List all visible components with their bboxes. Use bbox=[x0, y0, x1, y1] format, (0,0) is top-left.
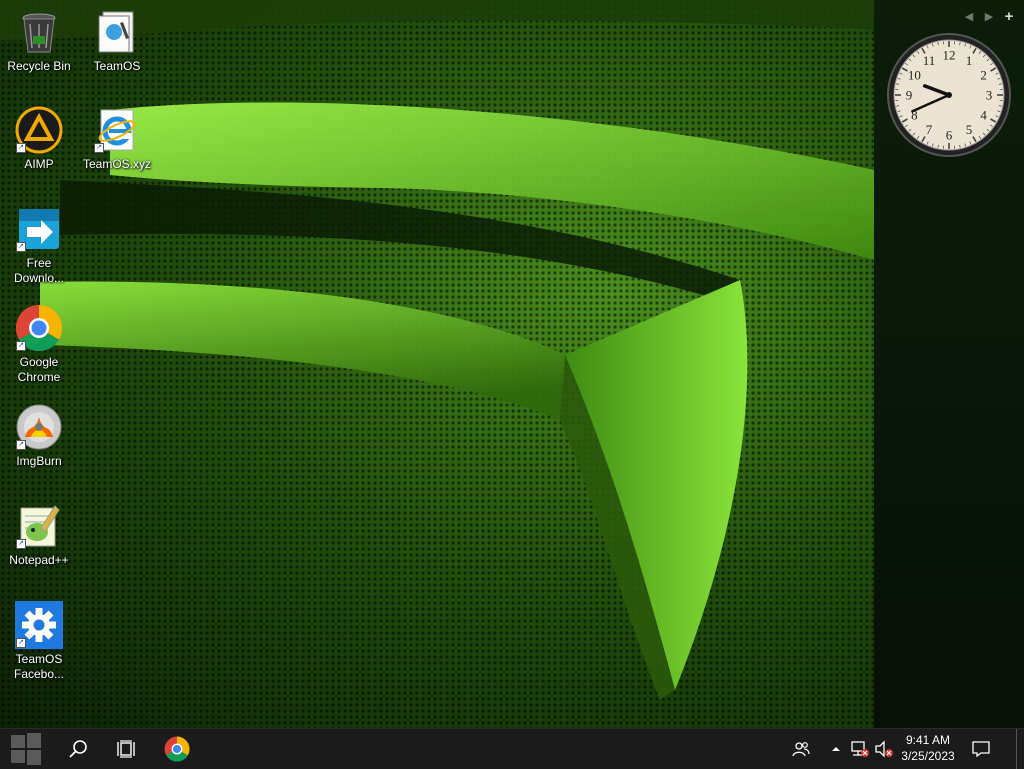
clock-date-button[interactable]: 9:41 AM 3/25/2023 bbox=[896, 732, 960, 764]
clock-numeral: 7 bbox=[926, 122, 933, 137]
desktop-icon-label: TeamOS Facebo... bbox=[0, 652, 78, 682]
document-folder-icon bbox=[93, 8, 141, 56]
aimp-icon: ↗ bbox=[15, 106, 63, 154]
desktop-icon-recycle-bin[interactable]: Recycle Bin bbox=[0, 8, 78, 74]
clock-numeral: 1 bbox=[966, 53, 973, 68]
taskbar-time: 9:41 AM bbox=[896, 732, 960, 748]
desktop-icon-teamos[interactable]: TeamOS bbox=[78, 8, 156, 74]
chrome-icon bbox=[164, 736, 190, 762]
chevron-up-icon bbox=[831, 745, 841, 753]
desktop-icon-label: ImgBurn bbox=[0, 454, 78, 469]
show-hidden-icons-button[interactable] bbox=[828, 729, 844, 769]
notification-icon bbox=[972, 740, 990, 758]
start-icon bbox=[9, 732, 43, 766]
shortcut-arrow-icon: ↗ bbox=[16, 242, 26, 252]
shortcut-arrow-icon: ↗ bbox=[16, 143, 26, 153]
taskbar: 9:41 AM 3/25/2023 bbox=[0, 728, 1024, 769]
sidebar-controls: ◀ ▶ + bbox=[962, 8, 1016, 25]
start-button[interactable] bbox=[0, 729, 52, 769]
taskbar-date: 3/25/2023 bbox=[896, 748, 960, 764]
desktop-icon-free-download-manager[interactable]: ↗ Free Downlo... bbox=[0, 205, 78, 286]
clock-numeral: 4 bbox=[980, 108, 987, 123]
desktop-icon-label: AIMP bbox=[0, 157, 78, 172]
next-gadget-icon[interactable]: ▶ bbox=[982, 10, 996, 23]
task-view-icon bbox=[116, 739, 136, 759]
clock-numeral: 11 bbox=[923, 53, 936, 68]
desktop-icon-aimp[interactable]: ↗ AIMP bbox=[0, 106, 78, 172]
shortcut-arrow-icon: ↗ bbox=[94, 143, 104, 153]
imgburn-icon: ↗ bbox=[15, 403, 63, 451]
shortcut-arrow-icon: ↗ bbox=[16, 638, 26, 648]
desktop-icon-google-chrome[interactable]: ↗ Google Chrome bbox=[0, 304, 78, 385]
clock-numeral: 2 bbox=[980, 68, 987, 83]
recycle-bin-icon bbox=[15, 8, 63, 56]
add-gadget-icon[interactable]: + bbox=[1002, 8, 1016, 25]
clock-numeral: 3 bbox=[986, 88, 993, 103]
shortcut-arrow-icon: ↗ bbox=[16, 539, 26, 549]
notepad-plus-plus-icon: ↗ bbox=[15, 502, 63, 550]
network-icon bbox=[850, 740, 870, 758]
desktop-icon-imgburn[interactable]: ↗ ImgBurn bbox=[0, 403, 78, 469]
show-desktop-button[interactable] bbox=[1016, 729, 1024, 769]
internet-explorer-icon: ↗ bbox=[93, 106, 141, 154]
search-button[interactable] bbox=[58, 729, 98, 769]
desktop-icon-notepad-plus-plus[interactable]: ↗ Notepad++ bbox=[0, 502, 78, 568]
clock-numeral: 5 bbox=[966, 122, 973, 137]
clock-numeral: 10 bbox=[908, 68, 921, 83]
action-center-button[interactable] bbox=[964, 729, 998, 769]
shortcut-arrow-icon: ↗ bbox=[16, 341, 26, 351]
desktop-icon-label: TeamOS.xyz bbox=[78, 157, 156, 172]
clock-numeral: 12 bbox=[943, 48, 956, 63]
desktop-icon-label: Notepad++ bbox=[0, 553, 78, 568]
clock-numeral: 6 bbox=[946, 128, 953, 143]
desktop-icon-label: TeamOS bbox=[78, 59, 156, 74]
shortcut-arrow-icon: ↗ bbox=[16, 440, 26, 450]
volume-muted-icon bbox=[874, 740, 894, 758]
taskbar-chrome-button[interactable] bbox=[156, 729, 198, 769]
desktop-icon-label: Google Chrome bbox=[0, 355, 78, 385]
desktop[interactable]: Recycle Bin ↗ AIMP ↗ Free Downlo... bbox=[0, 0, 1024, 728]
previous-gadget-icon[interactable]: ◀ bbox=[962, 10, 976, 23]
gadget-sidebar: ◀ ▶ + 121234567891011 bbox=[874, 0, 1024, 728]
clock-numeral: 9 bbox=[906, 88, 913, 103]
clock-gadget[interactable]: 121234567891011 bbox=[886, 32, 1012, 158]
search-icon bbox=[68, 739, 88, 759]
people-button[interactable] bbox=[788, 729, 814, 769]
gear-icon: ↗ bbox=[15, 601, 63, 649]
chrome-icon: ↗ bbox=[15, 304, 63, 352]
desktop-icon-teamos-facebook[interactable]: ↗ TeamOS Facebo... bbox=[0, 601, 78, 682]
network-button[interactable] bbox=[848, 729, 872, 769]
task-view-button[interactable] bbox=[106, 729, 146, 769]
free-download-manager-icon: ↗ bbox=[15, 205, 63, 253]
desktop-icon-label: Recycle Bin bbox=[0, 59, 78, 74]
volume-button[interactable] bbox=[872, 729, 896, 769]
people-icon bbox=[792, 740, 810, 758]
desktop-icon-label: Free Downlo... bbox=[0, 256, 78, 286]
desktop-icon-teamos-xyz[interactable]: ↗ TeamOS.xyz bbox=[78, 106, 156, 172]
